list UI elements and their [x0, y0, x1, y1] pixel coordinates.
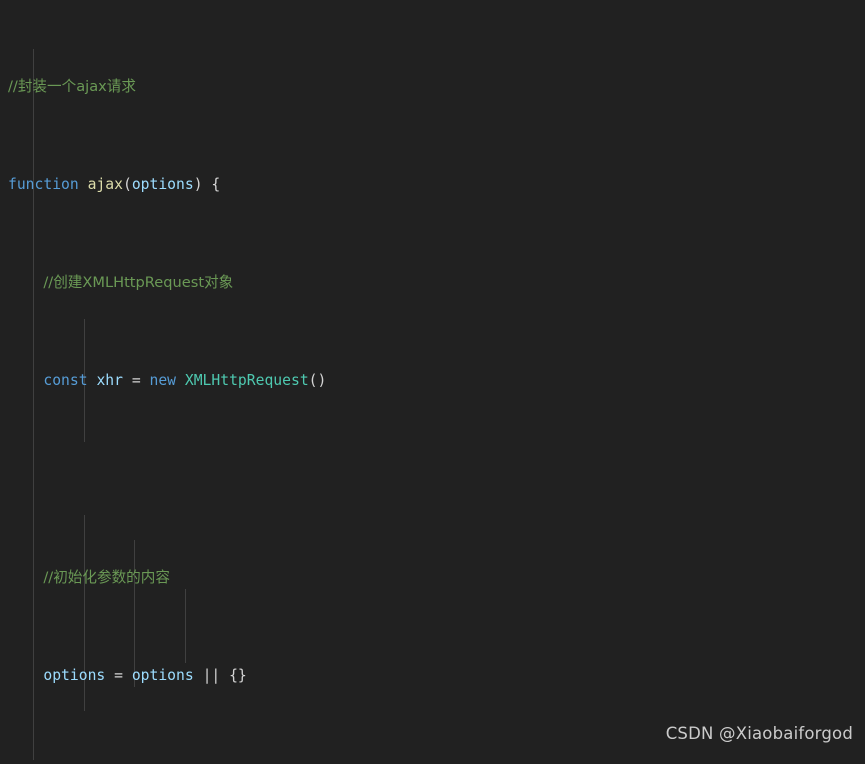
code-editor[interactable]: //封装一个ajax请求 function ajax(options) { //…: [0, 0, 865, 764]
code-line: //创建XMLHttpRequest对象: [43, 274, 234, 292]
csdn-watermark: CSDN @Xiaobaiforgod: [665, 724, 853, 744]
code-content[interactable]: //封装一个ajax请求 function ajax(options) { //…: [0, 0, 760, 764]
code-line: const xhr = new XMLHttpRequest(): [43, 372, 327, 390]
code-line: function ajax(options) {: [8, 175, 221, 193]
code-line: //封装一个ajax请求: [8, 77, 136, 95]
code-line: options = options || {}: [43, 666, 247, 684]
code-line: //初始化参数的内容: [43, 568, 170, 586]
